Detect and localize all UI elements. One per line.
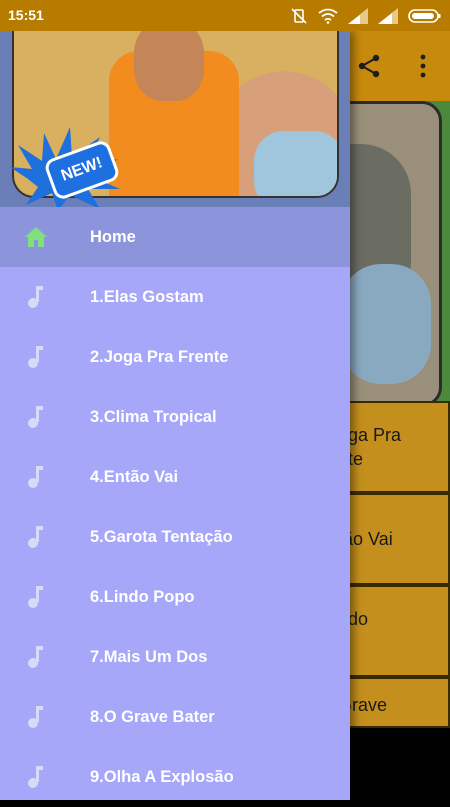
navigation-drawer: NEW! Home 1.Elas Gostam 2.Joga Pra Frent… [0,31,350,800]
menu-item-label: 4.Então Vai [90,468,179,486]
status-time: 15:51 [8,7,44,23]
menu-item-song-2[interactable]: 2.Joga Pra Frente [0,327,350,387]
menu-item-label: 5.Garota Tentação [90,528,233,546]
status-icons [290,6,442,26]
menu-item-song-8[interactable]: 8.O Grave Bater [0,687,350,747]
status-bar: 15:51 [0,0,450,31]
menu-item-song-1[interactable]: 1.Elas Gostam [0,267,350,327]
music-note-icon [28,286,43,308]
drawer-menu: Home 1.Elas Gostam 2.Joga Pra Frente 3.C… [0,207,350,807]
music-note-icon [28,466,43,488]
menu-item-label: 8.O Grave Bater [90,708,215,726]
vibrate-off-icon [291,8,307,24]
menu-item-song-4[interactable]: 4.Então Vai [0,447,350,507]
music-note-icon [28,406,43,428]
menu-item-label: 3.Clima Tropical [90,408,217,426]
menu-item-label: 6.Lindo Popo [90,588,195,606]
more-options-icon[interactable] [412,53,434,79]
drawer-header: NEW! [0,31,350,207]
menu-item-song-3[interactable]: 3.Clima Tropical [0,387,350,447]
menu-item-song-9[interactable]: 9.Olha A Explosão [0,747,350,807]
menu-item-label: 2.Joga Pra Frente [90,348,229,366]
menu-item-label: 7.Mais Um Dos [90,648,208,666]
menu-item-label: 9.Olha A Explosão [90,768,234,786]
signal-icon [348,8,368,24]
music-note-icon [28,706,43,728]
music-note-icon [28,346,43,368]
menu-item-label: Home [90,228,136,246]
share-icon[interactable] [356,53,382,79]
music-note-icon [28,646,43,668]
wifi-icon [318,8,338,24]
menu-item-song-5[interactable]: 5.Garota Tentação [0,507,350,567]
music-note-icon [28,586,43,608]
menu-item-home[interactable]: Home [0,207,350,267]
menu-item-label: 1.Elas Gostam [90,288,204,306]
music-note-icon [28,526,43,548]
menu-item-song-7[interactable]: 7.Mais Um Dos [0,627,350,687]
signal-icon [378,8,398,24]
music-note-icon [28,766,43,788]
battery-icon [408,9,441,23]
menu-item-song-6[interactable]: 6.Lindo Popo [0,567,350,627]
home-icon [25,227,47,247]
